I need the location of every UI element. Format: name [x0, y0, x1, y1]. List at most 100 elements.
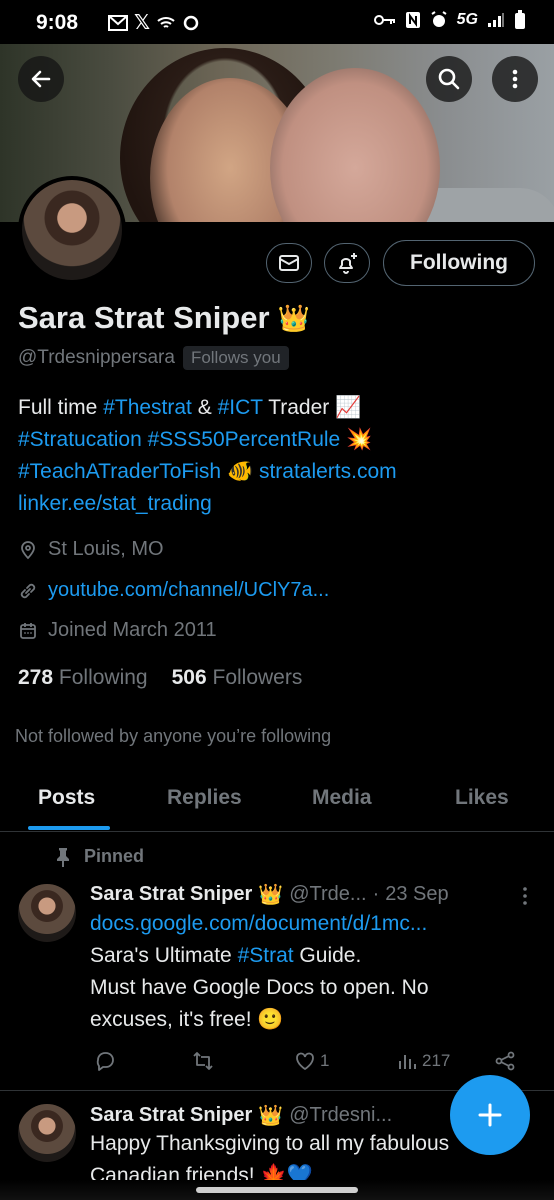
- more-vertical-icon[interactable]: [518, 886, 532, 906]
- back-button[interactable]: [18, 56, 64, 102]
- tab-media[interactable]: Media: [312, 786, 372, 810]
- tweet-date: 23 Sep: [385, 883, 449, 905]
- profile-avatar[interactable]: [18, 176, 126, 284]
- tweet-avatar[interactable]: [18, 1104, 76, 1162]
- tweet-text-line-3: excuses, it's free! 🙂: [90, 1008, 284, 1031]
- tweet-header: Sara Strat Sniper 👑 @Trde... · 23 Sep: [90, 882, 449, 907]
- pinned-label-row: Pinned: [54, 846, 144, 867]
- profile-tabs: Posts Replies Media Likes: [0, 770, 554, 832]
- collision-emoji: 💥: [346, 428, 373, 451]
- reply-icon: [96, 1052, 114, 1071]
- tab-replies[interactable]: Replies: [167, 786, 242, 810]
- alarm-icon: [431, 11, 447, 27]
- status-time: 9:08: [36, 11, 79, 34]
- more-vertical-icon: [512, 69, 518, 89]
- hashtag-link[interactable]: #ICT: [218, 396, 263, 419]
- joined-text: Joined March 2011: [48, 619, 217, 641]
- joined-row: Joined March 2011: [18, 619, 217, 642]
- following-stat[interactable]: 278 Following: [18, 666, 148, 690]
- calendar-icon: [20, 622, 36, 639]
- notifications-button[interactable]: [324, 243, 370, 283]
- home-gesture-bar[interactable]: [196, 1187, 358, 1193]
- bio-line-3: #TeachATraderToFish 🐠 stratalerts.com: [18, 456, 538, 488]
- compose-post-button[interactable]: [450, 1075, 530, 1155]
- share-button[interactable]: [494, 1050, 516, 1072]
- tweet-body[interactable]: docs.google.com/document/d/1mc... Sara's…: [90, 908, 510, 1036]
- tweet-text-line-1: Happy Thanksgiving to all my fabulous: [90, 1132, 450, 1155]
- followers-stat[interactable]: 506 Followers: [172, 666, 303, 690]
- network-label: 5G: [456, 11, 478, 28]
- share-icon: [495, 1051, 515, 1071]
- hashtag-link[interactable]: #Thestrat: [103, 396, 192, 419]
- tweet-author-handle: @Trdesni...: [289, 1104, 393, 1126]
- arrow-left-icon: [31, 70, 51, 88]
- bio-line-1: Full time #Thestrat & #ICT Trader 📈: [18, 396, 362, 419]
- hashtag-link[interactable]: #Strat: [238, 944, 294, 967]
- tab-posts[interactable]: Posts: [38, 786, 95, 810]
- tweet-header: Sara Strat Sniper 👑 @Trdesni...: [90, 1103, 392, 1128]
- profile-handle: @Trdesnippersara: [18, 347, 175, 368]
- following-button[interactable]: Following: [383, 240, 535, 286]
- signal-icon: [488, 13, 504, 27]
- crown-emoji: 👑: [258, 884, 284, 906]
- tweet-actions: 1 217: [90, 1046, 530, 1076]
- like-button[interactable]: 1: [294, 1050, 329, 1072]
- tab-likes[interactable]: Likes: [455, 786, 509, 810]
- location-pin-icon: [21, 540, 35, 559]
- bio-link[interactable]: linker.ee/stat_trading: [18, 492, 212, 515]
- status-left-icons: 𝕏: [108, 10, 200, 35]
- website-link[interactable]: youtube.com/channel/UClY7a...: [48, 579, 329, 602]
- tweet-text-line-2: Must have Google Docs to open. No: [90, 976, 429, 999]
- website-row: youtube.com/channel/UClY7a...: [18, 579, 329, 602]
- repost-button[interactable]: [192, 1050, 214, 1072]
- envelope-icon: [279, 255, 299, 271]
- sync-icon: [183, 15, 199, 30]
- follows-you-badge: Follows you: [182, 346, 289, 370]
- more-options-button[interactable]: [492, 56, 538, 102]
- handle-row: @Trdesnippersara Follows you: [18, 346, 289, 370]
- plus-icon: [478, 1103, 502, 1127]
- profile-bio: Full time #Thestrat & #ICT Trader 📈 #Str…: [18, 392, 538, 520]
- message-button[interactable]: [266, 243, 312, 283]
- key-icon: [373, 15, 395, 25]
- search-button[interactable]: [426, 56, 472, 102]
- crown-emoji: 👑: [277, 302, 310, 333]
- hashtag-link[interactable]: #TeachATraderToFish: [18, 460, 221, 483]
- hashtag-link[interactable]: #SSS50PercentRule: [148, 428, 341, 451]
- follow-stats: 278 Following 506 Followers: [18, 666, 302, 690]
- tweet-text-line-1: Sara's Ultimate #Strat Guide.: [90, 944, 362, 967]
- views-button[interactable]: 217: [396, 1050, 450, 1072]
- reply-button[interactable]: [94, 1050, 116, 1072]
- active-tab-indicator: [28, 826, 110, 830]
- nfc-icon: [405, 12, 420, 28]
- search-icon: [438, 68, 460, 90]
- battery-icon: [515, 10, 525, 29]
- tweet-separator: ·: [372, 883, 380, 905]
- tweet-link[interactable]: docs.google.com/document/d/1mc...: [90, 908, 510, 940]
- location-row: St Louis, MO: [18, 538, 164, 561]
- crown-emoji: 👑: [258, 1105, 284, 1127]
- profile-name-row: Sara Strat Sniper 👑: [18, 300, 310, 336]
- fish-emoji: 🐠: [226, 460, 254, 483]
- bio-link[interactable]: stratalerts.com: [259, 460, 397, 483]
- mail-icon: [108, 14, 128, 31]
- not-followed-text: Not followed by anyone you’re following: [15, 726, 332, 746]
- wifi-icon: [157, 16, 175, 28]
- tweet-author-handle: @Trde...: [289, 883, 367, 905]
- x-logo-icon: 𝕏: [134, 12, 151, 34]
- display-name: Sara Strat Sniper: [18, 300, 270, 335]
- location-text: St Louis, MO: [48, 538, 164, 560]
- tweet-author-name[interactable]: Sara Strat Sniper: [90, 1104, 252, 1127]
- repost-icon: [193, 1052, 213, 1070]
- views-chart-icon: [399, 1055, 416, 1069]
- pinned-label: Pinned: [84, 846, 145, 866]
- bio-line-2: #Stratucation #SSS50PercentRule 💥: [18, 424, 538, 456]
- bio-line-4: linker.ee/stat_trading: [18, 488, 538, 520]
- heart-icon: [296, 1052, 314, 1071]
- hashtag-link[interactable]: #Stratucation: [18, 428, 142, 451]
- bell-plus-icon: [339, 253, 357, 274]
- tweet-author-name[interactable]: Sara Strat Sniper: [90, 883, 252, 906]
- status-right-icons: 5G: [373, 10, 526, 30]
- like-count: 1: [320, 1051, 330, 1070]
- tweet-avatar[interactable]: [18, 884, 76, 942]
